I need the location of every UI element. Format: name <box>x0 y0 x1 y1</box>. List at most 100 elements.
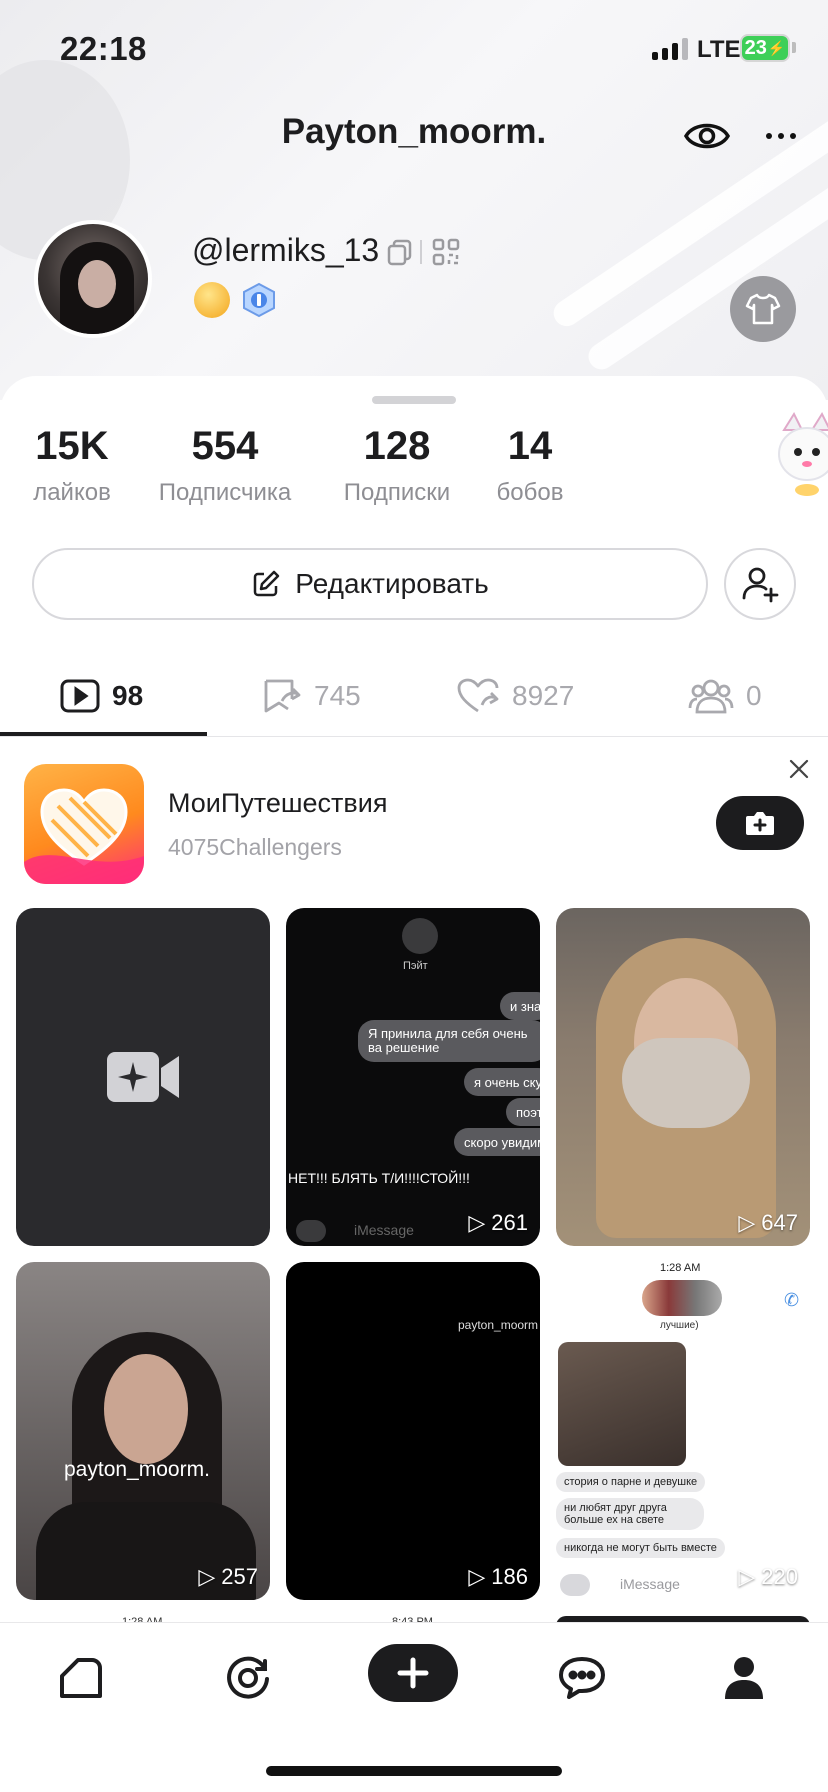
chat-overlay-text: НЕТ!!! БЛЯТЬ Т/И!!!!СТОЙ!!! <box>288 1170 470 1186</box>
chat-input-placeholder: iMessage <box>620 1576 680 1592</box>
promo-subtitle: 4075Challengers <box>168 834 342 860</box>
add-user-icon <box>742 567 779 603</box>
stat-value: 128 <box>363 424 431 468</box>
achievement-badge-icon[interactable] <box>194 282 230 318</box>
play-icon: ▷ <box>468 1564 486 1589</box>
video-caption: payton_moorm. <box>64 1458 210 1481</box>
edit-profile-button[interactable]: Редактировать <box>32 548 708 620</box>
status-bar: 22:18 LTE 23 ⚡ <box>0 0 828 100</box>
status-time: 22:18 <box>60 30 147 67</box>
video-thumbnail-chat[interactable]: Пэйт и зна Я принила для себя очень ва р… <box>286 908 540 1246</box>
stat-value: 14 <box>507 424 553 468</box>
chat-bubble: стория о парне и девушке <box>556 1472 706 1492</box>
sheet-grabber[interactable] <box>372 396 456 404</box>
view-count: ▷ 647 <box>738 1210 798 1235</box>
signal-icon <box>652 38 688 60</box>
video-thumbnail-chat-light[interactable]: 1:28 AM ✆ лучшие) стория о парне и девуш… <box>556 1262 810 1600</box>
video-thumbnail-draft[interactable] <box>16 908 270 1246</box>
view-count: ▷ 186 <box>468 1564 528 1589</box>
tab-reposts[interactable]: 745 <box>262 656 361 736</box>
chat-bubble: и зна <box>500 992 540 1020</box>
stat-label: бобов <box>496 479 564 506</box>
chat-input-placeholder: iMessage <box>354 1222 414 1238</box>
profile-tab[interactable] <box>714 1648 774 1708</box>
repost-icon <box>264 679 301 713</box>
promo-app-icon[interactable] <box>24 764 144 884</box>
stat-followers[interactable]: 554 Подписчика <box>150 424 300 507</box>
level-badge-icon[interactable] <box>240 282 278 318</box>
tab-count: 745 <box>314 680 361 711</box>
friends-icon <box>688 679 734 714</box>
messages-tab[interactable] <box>552 1648 612 1708</box>
outfit-button[interactable] <box>730 276 796 342</box>
play-icon: ▷ <box>738 1210 756 1235</box>
discover-tab[interactable] <box>218 1648 278 1708</box>
stat-following[interactable]: 128 Подписки <box>332 424 462 507</box>
video-caption: payton_moorm <box>458 1318 539 1332</box>
qr-code-icon[interactable] <box>432 238 460 266</box>
stat-value: 15K <box>35 424 109 468</box>
create-button[interactable] <box>368 1644 458 1702</box>
add-friend-button[interactable] <box>724 548 796 620</box>
eye-icon[interactable] <box>682 114 732 158</box>
view-count: ▷ 257 <box>198 1564 258 1589</box>
tabs-divider <box>0 736 828 737</box>
battery-nub <box>792 42 796 53</box>
view-count: ▷ 220 <box>738 1564 798 1589</box>
stat-label: Подписчика <box>158 479 292 506</box>
liked-icon <box>457 678 499 713</box>
stat-label: лайков <box>33 479 111 506</box>
stat-label: Подписки <box>343 479 451 506</box>
stat-beans[interactable]: 14 бобов <box>490 424 570 507</box>
profile-tabs: 98 745 8927 0 <box>0 656 828 738</box>
edit-profile-label: Редактировать <box>295 568 489 599</box>
profile-icon <box>725 1657 763 1699</box>
video-thumbnail-dark[interactable]: payton_moorm ▷ 186 <box>286 1262 540 1600</box>
copy-icon[interactable] <box>386 238 414 266</box>
play-icon: ▷ <box>198 1564 216 1589</box>
battery-icon: 23 ⚡ <box>740 34 790 62</box>
divider <box>420 240 422 264</box>
promo-title[interactable]: МоиПутешествия <box>168 788 387 819</box>
avatar[interactable] <box>34 220 152 338</box>
tab-count: 8927 <box>512 680 575 711</box>
play-icon: ▷ <box>468 1210 486 1235</box>
tab-liked[interactable]: 8927 <box>456 656 574 736</box>
stat-value: 554 <box>191 424 259 468</box>
chat-contact-name: Пэйт <box>403 960 428 972</box>
chat-time: 1:28 AM <box>660 1262 701 1274</box>
username: @lermiks_13 <box>192 232 380 268</box>
home-indicator <box>266 1766 562 1776</box>
home-icon <box>60 1658 102 1698</box>
view-count: ▷ 261 <box>468 1210 528 1235</box>
discover-icon <box>227 1656 269 1699</box>
video-icon <box>60 679 100 713</box>
plus-icon <box>397 1657 429 1689</box>
chat-icon <box>559 1657 605 1699</box>
tab-friends[interactable]: 0 <box>688 656 762 736</box>
promo-camera-button[interactable] <box>716 796 804 850</box>
network-type: LTE <box>697 36 741 63</box>
battery-level: 23 <box>744 36 767 59</box>
phone-icon[interactable]: ✆ <box>784 1290 799 1311</box>
close-icon[interactable] <box>786 756 812 782</box>
edit-icon <box>254 570 280 597</box>
video-thumbnail-photo[interactable]: ▷ 647 <box>556 908 810 1246</box>
chat-bubble: скоро увидим <box>454 1128 540 1156</box>
stat-likes[interactable]: 15K лайков <box>32 424 112 507</box>
tab-count: 98 <box>112 680 144 711</box>
chat-subtitle: лучшие) <box>660 1320 699 1331</box>
more-options-button[interactable] <box>758 118 804 154</box>
tab-videos[interactable]: 98 <box>60 656 143 736</box>
mascot-sticker[interactable] <box>776 410 828 500</box>
shirt-icon <box>745 293 781 325</box>
home-tab[interactable] <box>52 1648 112 1708</box>
chat-bubble: никогда не могут быть вместе <box>556 1538 725 1558</box>
chat-bubble: я очень ску <box>464 1068 540 1096</box>
video-thumbnail-photo[interactable]: payton_moorm. ▷ 257 <box>16 1262 270 1600</box>
video-camera-sparkle-icon <box>107 1052 179 1102</box>
play-icon: ▷ <box>738 1564 756 1589</box>
chat-bubble: ни любят друг друга больше ех на свете <box>556 1498 704 1530</box>
chat-bubble: Я принила для себя очень ва решение <box>358 1020 540 1062</box>
chat-bubble: поэт <box>506 1098 540 1126</box>
